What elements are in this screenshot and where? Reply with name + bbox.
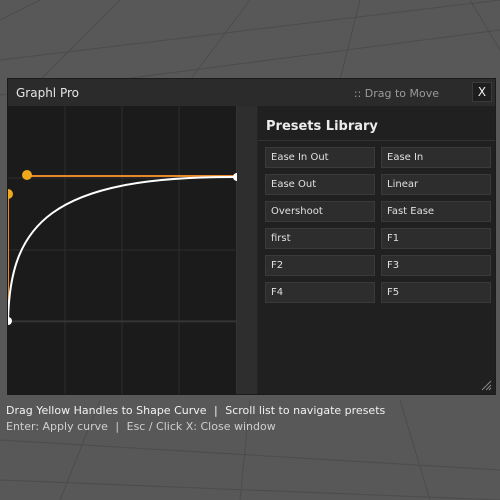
presets-library: Presets Library Ease In Out Ease In Ease…	[258, 106, 495, 394]
preset-f4[interactable]: F4	[265, 282, 375, 303]
graph-editor-window: Graphl Pro :: Drag to Move X Presets Lib…	[7, 78, 496, 395]
preset-f2[interactable]: F2	[265, 255, 375, 276]
preset-first[interactable]: first	[265, 228, 375, 249]
preset-f1[interactable]: F1	[381, 228, 491, 249]
status-line-2: Enter: Apply curve | Esc / Click X: Clos…	[6, 420, 276, 433]
yellow-handle-start[interactable]	[8, 189, 13, 199]
title-bar[interactable]: Graphl Pro :: Drag to Move X	[8, 79, 495, 106]
status-drag-hint: Drag Yellow Handles to Shape Curve	[6, 404, 207, 417]
status-line-1: Drag Yellow Handles to Shape Curve | Scr…	[6, 404, 385, 417]
status-apply-hint: Enter: Apply curve	[6, 420, 108, 433]
preset-f5[interactable]: F5	[381, 282, 491, 303]
preset-ease-out[interactable]: Ease Out	[265, 174, 375, 195]
start-point[interactable]	[8, 317, 12, 325]
preset-fast-ease[interactable]: Fast Ease	[381, 201, 491, 222]
status-close-hint: Esc / Click X: Close window	[126, 420, 276, 433]
presets-title: Presets Library	[266, 119, 378, 134]
status-scroll-hint: Scroll list to navigate presets	[225, 404, 386, 417]
status-separator: |	[115, 420, 120, 433]
preset-overshoot[interactable]: Overshoot	[265, 201, 375, 222]
preset-f3[interactable]: F3	[381, 255, 491, 276]
curve-graph-canvas	[8, 106, 237, 394]
yellow-handle-end[interactable]	[22, 170, 32, 180]
preset-ease-in-out[interactable]: Ease In Out	[265, 147, 375, 168]
preset-linear[interactable]: Linear	[381, 174, 491, 195]
preset-ease-in[interactable]: Ease In	[381, 147, 491, 168]
graph-side-strip	[237, 106, 257, 394]
drag-hint[interactable]: :: Drag to Move	[354, 87, 439, 100]
resize-grip-icon[interactable]	[481, 380, 492, 391]
window-title: Graphl Pro	[16, 86, 79, 100]
status-separator: |	[214, 404, 218, 417]
close-button[interactable]: X	[472, 82, 492, 102]
curve-graph[interactable]	[8, 106, 237, 394]
divider	[258, 140, 495, 141]
